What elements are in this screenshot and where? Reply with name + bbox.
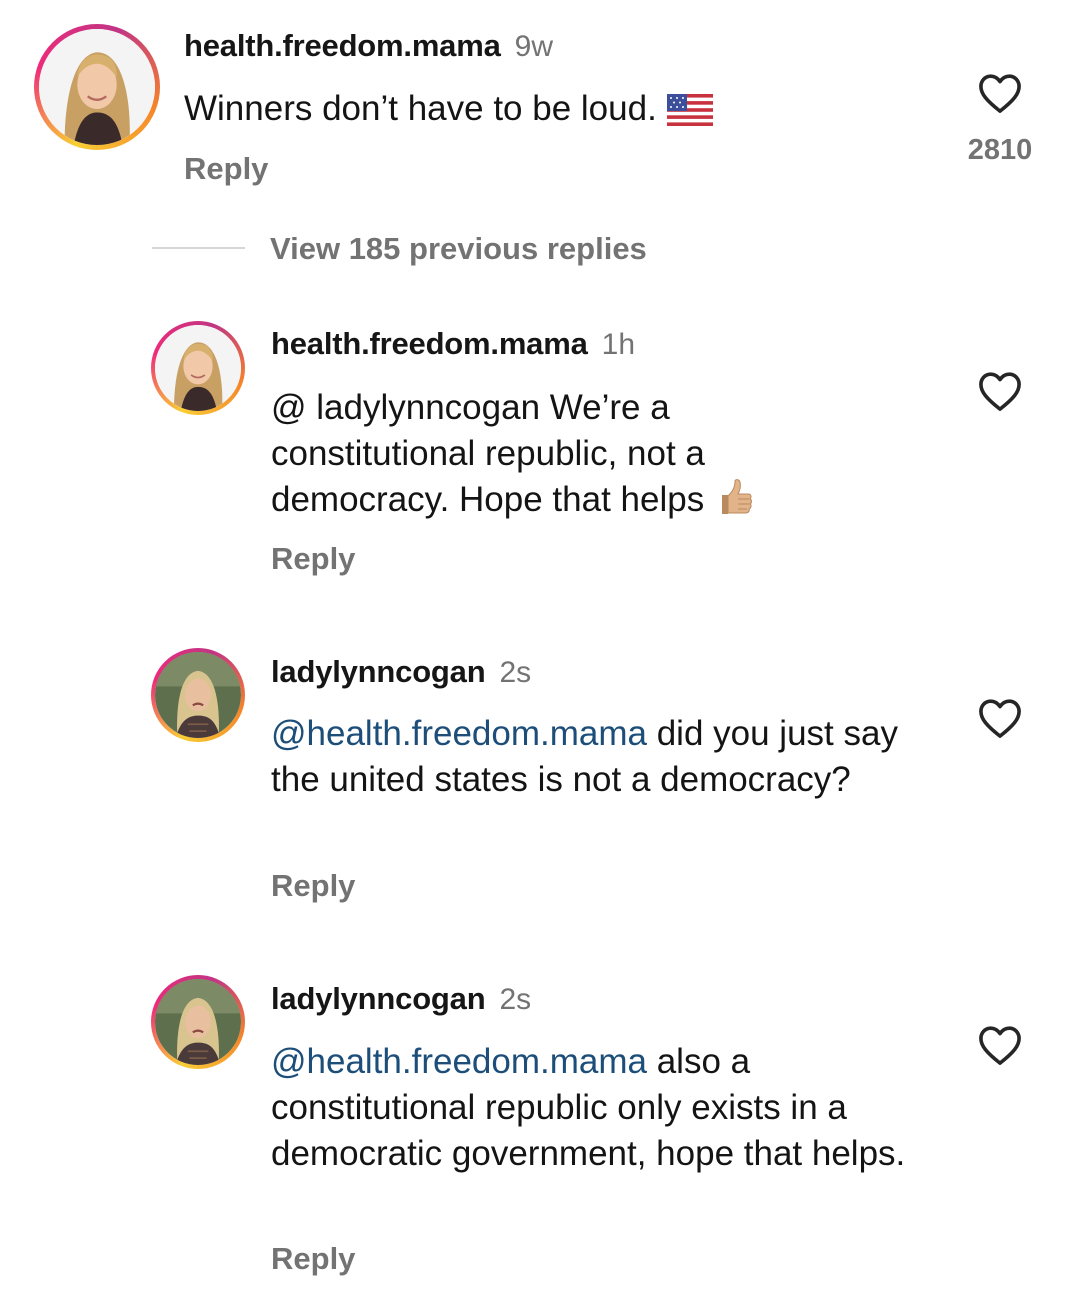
reply-button[interactable]: Reply (271, 541, 355, 577)
avatar[interactable] (151, 648, 245, 742)
avatar-photo (155, 325, 241, 411)
replies-divider (152, 247, 245, 249)
avatar[interactable] (151, 321, 245, 415)
us-flag-emoji (666, 94, 713, 126)
view-previous-replies-button[interactable]: View 185 previous replies (270, 231, 647, 267)
avatar[interactable] (34, 24, 160, 150)
avatar[interactable] (151, 975, 245, 1069)
username[interactable]: health.freedom.mama (184, 28, 501, 63)
comment-header: ladylynncogan 2s (271, 654, 531, 690)
username[interactable]: ladylynncogan (271, 654, 486, 689)
reply-button[interactable]: Reply (271, 868, 355, 904)
heart-outline-icon[interactable] (977, 697, 1023, 739)
heart-outline-icon[interactable] (977, 370, 1023, 412)
comment-text: @health.freedom.mama also a constitution… (271, 1039, 941, 1177)
timestamp: 1h (601, 328, 636, 361)
heart-outline-icon[interactable] (977, 1024, 1023, 1066)
like-count: 2810 (967, 134, 1033, 166)
comment-header: ladylynncogan 2s (271, 981, 531, 1017)
comment-text: @ ladylynncogan We’re a constitutional r… (271, 385, 831, 523)
heart-outline-icon[interactable] (977, 72, 1023, 114)
timestamp: 2s (499, 983, 532, 1016)
avatar-photo (39, 29, 155, 145)
timestamp: 9w (514, 30, 553, 63)
reply-button[interactable]: Reply (271, 1241, 355, 1277)
comment-header: health.freedom.mama 9w (184, 28, 553, 64)
comment-text: @health.freedom.mama did you just say th… (271, 711, 921, 803)
username[interactable]: health.freedom.mama (271, 326, 588, 361)
comment-text: Winners don’t have to be loud. (184, 86, 904, 132)
mention-link[interactable]: @health.freedom.mama (271, 714, 647, 753)
reply-button[interactable]: Reply (184, 151, 268, 187)
comment-text-content: @ ladylynncogan We’re a constitutional r… (271, 388, 705, 519)
thumbs-up-emoji (714, 477, 754, 517)
mention-link[interactable]: @health.freedom.mama (271, 1042, 647, 1081)
comment-header: health.freedom.mama 1h (271, 326, 635, 362)
username[interactable]: ladylynncogan (271, 981, 486, 1016)
timestamp: 2s (499, 656, 532, 689)
avatar-photo (155, 652, 241, 738)
comment-text-content: Winners don’t have to be loud. (184, 89, 657, 128)
avatar-photo (155, 979, 241, 1065)
